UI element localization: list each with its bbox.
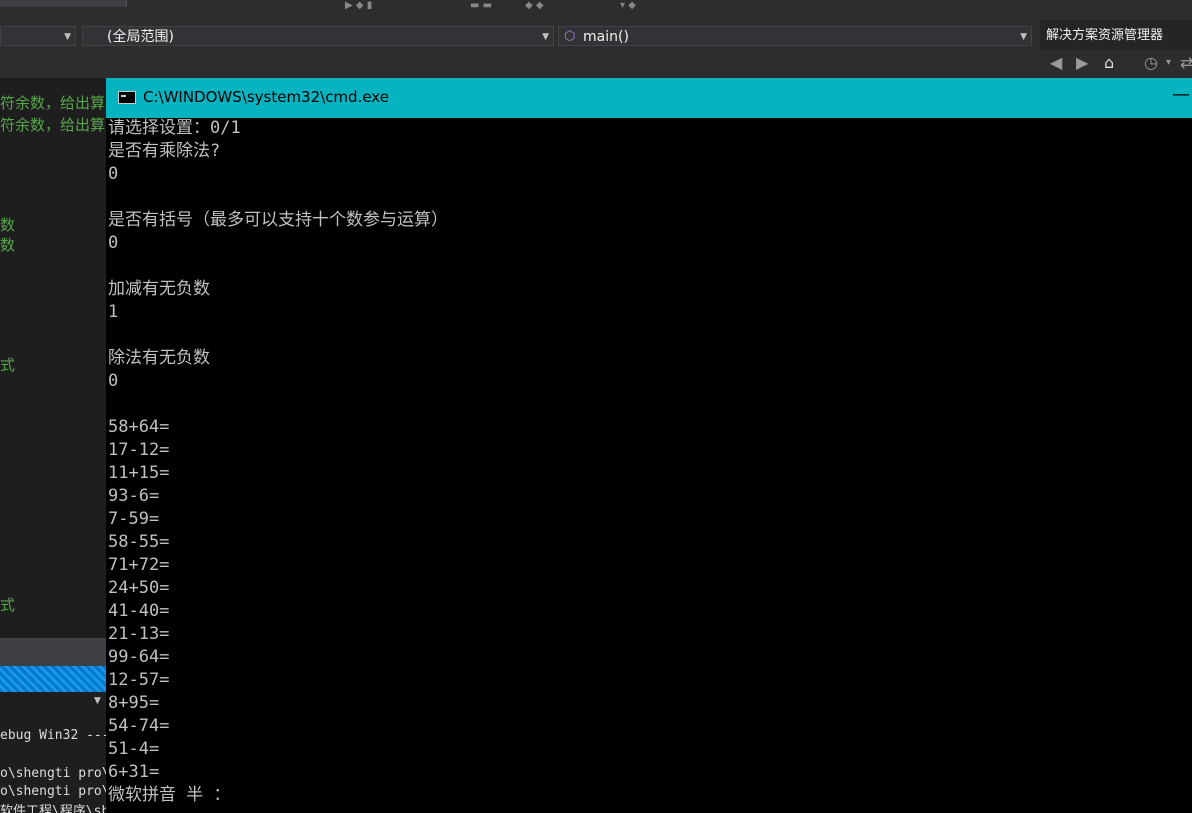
- toolbar-icon[interactable]: ▾ ◆: [620, 0, 636, 11]
- function-combo[interactable]: ⬡ main() ▼: [558, 26, 1032, 46]
- home-icon[interactable]: ⌂: [1104, 53, 1114, 72]
- cmd-window: C:\WINDOWS\system32\cmd.exe — 请选择设置：0/1 是…: [106, 78, 1192, 813]
- chevron-down-icon[interactable]: ▼: [94, 696, 101, 706]
- code-line: 数: [0, 236, 16, 254]
- console-line: 54-74=: [108, 716, 170, 736]
- toolbar-icon[interactable]: ◆ ◆: [525, 0, 544, 11]
- console-line: 是否有括号（最多可以支持十个数参与运算）: [108, 210, 448, 230]
- console-line: 加减有无负数: [108, 279, 210, 299]
- scope-combo-value: (全局范围): [107, 29, 174, 45]
- console-line: 6+31=: [108, 762, 160, 782]
- method-icon: ⬡: [564, 29, 576, 44]
- output-line: o\shengti pro\: [0, 784, 106, 799]
- console-line: 微软拼音 半 ：: [108, 785, 231, 805]
- toolbar-icon[interactable]: ▬ ▬: [470, 0, 492, 11]
- chevron-down-icon: ▼: [1020, 32, 1027, 42]
- solution-explorer-toolbar: ◀ ▶ ⌂ ◷ ▾ ⇄: [1040, 50, 1192, 78]
- scope-combo[interactable]: (全局范围) ▼: [82, 26, 554, 46]
- sync-icon[interactable]: ⇄: [1180, 53, 1192, 72]
- code-editor[interactable]: 符余数，给出算 符余数，给出算数数式式: [0, 78, 106, 638]
- console-output[interactable]: 请选择设置：0/1 是否有乘除法? 0 是否有括号（最多可以支持十个数参与运算） 0 加减…: [108, 118, 1188, 813]
- console-line: 41-40=: [108, 601, 170, 621]
- chevron-down-icon: ▼: [542, 32, 549, 42]
- console-line: 0: [108, 164, 119, 184]
- console-line: 71+72=: [108, 555, 170, 575]
- code-line: 数: [0, 216, 16, 234]
- code-line: 符余数，给出算: [0, 94, 106, 112]
- output-line: ebug Win32 ---: [0, 728, 106, 743]
- console-line: 请选择设置：0/1: [108, 118, 241, 138]
- console-line: 51-4=: [108, 739, 160, 759]
- console-line: 17-12=: [108, 440, 170, 460]
- console-line: 21-13=: [108, 624, 170, 644]
- console-line: 12-57=: [108, 670, 170, 690]
- output-panel-header: [0, 638, 106, 666]
- cmd-titlebar[interactable]: C:\WINDOWS\system32\cmd.exe —: [106, 78, 1192, 118]
- console-line: 是否有乘除法?: [108, 141, 221, 161]
- history-icon[interactable]: ◷: [1144, 53, 1158, 72]
- cmd-window-title: C:\WINDOWS\system32\cmd.exe: [143, 88, 389, 106]
- console-icon: [118, 91, 136, 104]
- console-line: 11+15=: [108, 463, 170, 483]
- output-source-selector[interactable]: [0, 666, 106, 692]
- chevron-down-icon[interactable]: ▾: [1166, 57, 1171, 68]
- console-line: 0: [108, 233, 119, 253]
- minimize-icon[interactable]: —: [1172, 84, 1190, 105]
- output-line: 软件工程\程序\shengti pro\Debug\shengti pro.ex…: [0, 804, 106, 813]
- console-line: 8+95=: [108, 693, 160, 713]
- console-line: 58-55=: [108, 532, 170, 552]
- chevron-down-icon: ▼: [64, 32, 71, 42]
- console-line: 93-6=: [108, 486, 160, 506]
- project-combo[interactable]: ▼: [0, 26, 76, 46]
- output-line: o\shengti pro\: [0, 766, 106, 781]
- vs-top-strip: ▶ ◆ ▮ ▬ ▬ ◆ ◆ ▾ ◆: [0, 0, 1192, 20]
- play-icon[interactable]: ▶ ◆ ▮: [345, 0, 372, 11]
- code-line: 式: [0, 596, 16, 614]
- code-line: 符余数，给出算: [0, 116, 106, 134]
- console-line: 1: [108, 302, 119, 322]
- console-line: 58+64=: [108, 417, 170, 437]
- console-line: 0: [108, 371, 119, 391]
- console-line: 99-64=: [108, 647, 170, 667]
- console-line: 24+50=: [108, 578, 170, 598]
- code-line: 式: [0, 356, 16, 374]
- document-tab[interactable]: [0, 0, 127, 7]
- output-panel[interactable]: ▼ ebug Win32 --- o\shengti pro\ o\shengti …: [0, 692, 106, 813]
- back-icon[interactable]: ◀: [1050, 53, 1062, 72]
- console-line: 7-59=: [108, 509, 160, 529]
- forward-icon[interactable]: ▶: [1076, 53, 1088, 72]
- console-line: 除法有无负数: [108, 348, 210, 368]
- solution-explorer-title: 解决方案资源管理器: [1046, 28, 1164, 43]
- function-combo-value: main(): [583, 29, 629, 45]
